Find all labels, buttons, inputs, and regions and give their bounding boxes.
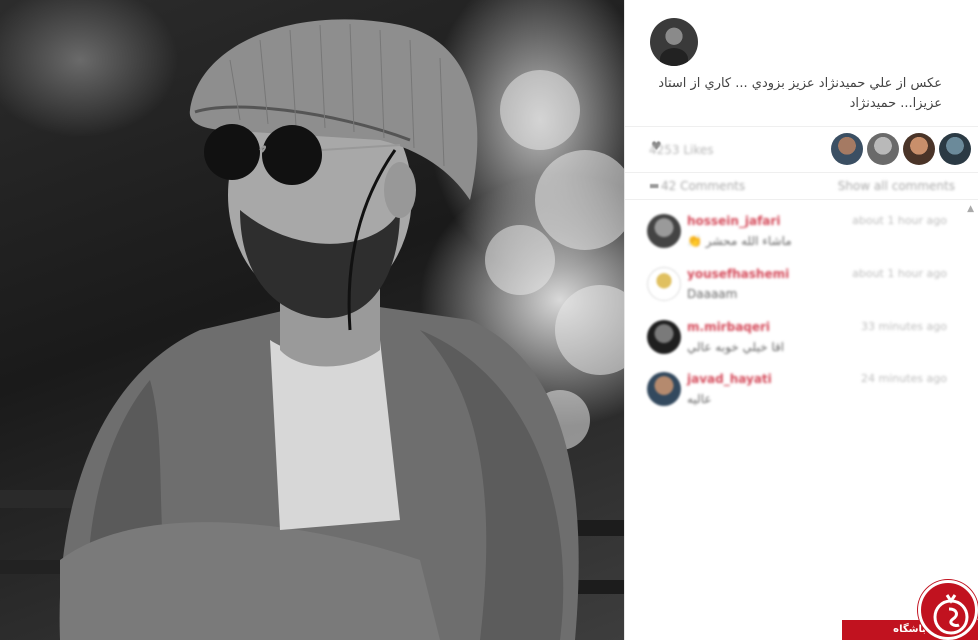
comment-item: m.mirbaqeri 33 minutes ago اقا خيلي خوبه… xyxy=(647,320,947,368)
comment-text: عاليه xyxy=(687,392,712,406)
liker-avatar[interactable] xyxy=(903,133,935,165)
liker-avatar[interactable] xyxy=(867,133,899,165)
portrait-illustration xyxy=(0,19,624,640)
pomegranate-icon xyxy=(933,594,969,635)
comment-time: about 1 hour ago xyxy=(852,214,947,227)
commenter-avatar[interactable] xyxy=(647,372,681,406)
commenter-username[interactable]: javad_hayati xyxy=(687,372,772,386)
comment-text: Daaaam xyxy=(687,287,738,301)
liker-avatar[interactable] xyxy=(939,133,971,165)
post-photo[interactable] xyxy=(0,0,624,640)
comment-time: about 1 hour ago xyxy=(852,267,947,280)
comments-count: 42 Comments xyxy=(661,179,746,193)
comment-time: 33 minutes ago xyxy=(861,320,947,333)
show-all-comments-link[interactable]: Show all comments xyxy=(838,179,955,193)
commenter-username[interactable]: hossein_jafari xyxy=(687,214,780,228)
likers-avatars xyxy=(831,133,971,165)
commenter-username[interactable]: m.mirbaqeri xyxy=(687,320,770,334)
commenter-username[interactable]: yousefhashemi xyxy=(687,267,789,281)
comment-text: 👏 ماشاء الله محشر xyxy=(687,234,792,248)
comment-item: hossein_jafari about 1 hour ago 👏 ماشاء … xyxy=(647,214,947,262)
scroll-up-icon[interactable]: ▲ xyxy=(967,204,974,214)
commenter-avatar[interactable] xyxy=(647,214,681,248)
comment-item: yousefhashemi about 1 hour ago Daaaam xyxy=(647,267,947,315)
likes-count[interactable]: 4253 Likes xyxy=(649,143,714,157)
post-caption: عكس از علي حميدنژاد عزيز بزودي ... كاري … xyxy=(658,76,942,111)
author-avatar[interactable] xyxy=(650,18,698,66)
watermark-logo xyxy=(918,580,978,640)
comment-icon: ▬ xyxy=(649,179,660,192)
comment-time: 24 minutes ago xyxy=(861,372,947,385)
comment-text: اقا خيلي خوبه عالي xyxy=(687,340,785,354)
commenter-avatar[interactable] xyxy=(647,320,681,354)
likes-row: ♥ 4253 Likes xyxy=(625,126,978,170)
post-sidebar: عكس از علي حميدنژاد عزيز بزودي ... كاري … xyxy=(624,0,978,640)
comments-row: ▬ 42 Comments Show all comments xyxy=(625,172,978,200)
comment-item: javad_hayati 24 minutes ago عاليه xyxy=(647,372,947,420)
liker-avatar[interactable] xyxy=(831,133,863,165)
commenter-avatar[interactable] xyxy=(647,267,681,301)
